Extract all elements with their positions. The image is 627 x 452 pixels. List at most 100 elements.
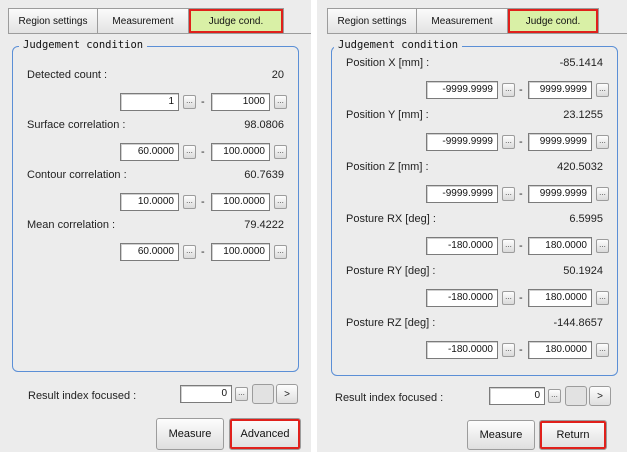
item-label: Position Y [mm] :: [346, 109, 429, 121]
tab-divider: [8, 33, 311, 34]
min-input[interactable]: -180.0000: [426, 237, 498, 255]
range-dash: -: [519, 292, 523, 304]
result-index-input[interactable]: 0: [180, 385, 232, 403]
min-input[interactable]: -180.0000: [426, 289, 498, 307]
tab-judge-cond[interactable]: Judge cond.: [188, 8, 284, 34]
item-value: 6.5995: [569, 213, 603, 225]
item-label: Position X [mm] :: [346, 57, 430, 69]
max-input[interactable]: 180.0000: [528, 289, 592, 307]
min-input[interactable]: -9999.9999: [426, 133, 498, 151]
right-panel: Region settings Measurement Judge cond. …: [317, 0, 627, 452]
item-label: Position Z [mm] :: [346, 161, 429, 173]
min-edit-button[interactable]: ...: [183, 245, 196, 259]
group-title: Judgement condition: [19, 39, 148, 51]
result-index-input[interactable]: 0: [489, 387, 545, 405]
min-edit-button[interactable]: ...: [183, 195, 196, 209]
item-value: 79.4222: [244, 219, 284, 231]
tab-region-settings[interactable]: Region settings: [8, 8, 98, 34]
tab-bar: Region settings Measurement Judge cond.: [8, 8, 284, 34]
range-dash: -: [201, 196, 205, 208]
max-input[interactable]: 9999.9999: [528, 185, 592, 203]
result-index-edit-button[interactable]: ...: [548, 389, 561, 403]
min-edit-button[interactable]: ...: [502, 343, 515, 357]
item-value: -85.1414: [559, 57, 603, 69]
measure-button[interactable]: Measure: [467, 420, 535, 450]
tab-measurement[interactable]: Measurement: [416, 8, 508, 34]
max-edit-button[interactable]: ...: [274, 145, 287, 159]
max-edit-button[interactable]: ...: [596, 83, 609, 97]
min-edit-button[interactable]: ...: [183, 95, 196, 109]
advanced-button[interactable]: Advanced: [229, 418, 301, 450]
item-value: 20: [271, 69, 284, 81]
max-input[interactable]: 1000: [211, 93, 270, 111]
item-label: Surface correlation :: [27, 119, 126, 131]
prev-result-button[interactable]: [565, 386, 587, 406]
min-input[interactable]: 10.0000: [120, 193, 179, 211]
range-dash: -: [519, 188, 523, 200]
max-edit-button[interactable]: ...: [596, 343, 609, 357]
item-value: -144.8657: [553, 317, 603, 329]
min-input[interactable]: 1: [120, 93, 179, 111]
max-input[interactable]: 100.0000: [211, 143, 270, 161]
tab-region-settings[interactable]: Region settings: [327, 8, 417, 34]
min-edit-button[interactable]: ...: [502, 291, 515, 305]
tab-bar: Region settings Measurement Judge cond.: [327, 8, 599, 34]
max-edit-button[interactable]: ...: [274, 195, 287, 209]
tab-measurement[interactable]: Measurement: [97, 8, 189, 34]
prev-result-button[interactable]: [252, 384, 274, 404]
item-label: Posture RY [deg] :: [346, 265, 436, 277]
result-index-edit-button[interactable]: ...: [235, 387, 248, 401]
min-input[interactable]: 60.0000: [120, 243, 179, 261]
range-dash: -: [519, 240, 523, 252]
item-label: Detected count :: [27, 69, 108, 81]
next-result-button[interactable]: >: [276, 384, 298, 404]
item-label: Posture RZ [deg] :: [346, 317, 436, 329]
item-value: 60.7639: [244, 169, 284, 181]
range-dash: -: [201, 246, 205, 258]
item-label: Contour correlation :: [27, 169, 127, 181]
item-label: Posture RX [deg] :: [346, 213, 436, 225]
tab-judge-cond[interactable]: Judge cond.: [507, 8, 599, 34]
min-input[interactable]: 60.0000: [120, 143, 179, 161]
max-edit-button[interactable]: ...: [274, 95, 287, 109]
measure-button[interactable]: Measure: [156, 418, 224, 450]
left-panel: Region settings Measurement Judge cond. …: [0, 0, 311, 452]
min-input[interactable]: -180.0000: [426, 341, 498, 359]
max-input[interactable]: 100.0000: [211, 193, 270, 211]
min-edit-button[interactable]: ...: [502, 187, 515, 201]
min-edit-button[interactable]: ...: [183, 145, 196, 159]
item-value: 23.1255: [563, 109, 603, 121]
result-index-label: Result index focused :: [335, 392, 444, 404]
min-input[interactable]: -9999.9999: [426, 185, 498, 203]
range-dash: -: [519, 344, 523, 356]
range-dash: -: [519, 136, 523, 148]
max-edit-button[interactable]: ...: [596, 135, 609, 149]
item-label: Mean correlation :: [27, 219, 116, 231]
range-dash: -: [201, 96, 205, 108]
max-input[interactable]: 9999.9999: [528, 81, 592, 99]
max-input[interactable]: 100.0000: [211, 243, 270, 261]
min-input[interactable]: -9999.9999: [426, 81, 498, 99]
judgement-condition-group: Judgement condition Detected count : 20 …: [12, 39, 299, 372]
judgement-condition-group: Judgement condition Position X [mm] : -8…: [331, 39, 618, 376]
range-dash: -: [519, 84, 523, 96]
item-value: 98.0806: [244, 119, 284, 131]
next-result-button[interactable]: >: [589, 386, 611, 406]
max-edit-button[interactable]: ...: [596, 239, 609, 253]
item-value: 420.5032: [557, 161, 603, 173]
return-button[interactable]: Return: [539, 420, 607, 450]
min-edit-button[interactable]: ...: [502, 239, 515, 253]
item-value: 50.1924: [563, 265, 603, 277]
min-edit-button[interactable]: ...: [502, 135, 515, 149]
max-input[interactable]: 180.0000: [528, 237, 592, 255]
group-title: Judgement condition: [334, 39, 463, 51]
range-dash: -: [201, 146, 205, 158]
max-edit-button[interactable]: ...: [274, 245, 287, 259]
max-input[interactable]: 9999.9999: [528, 133, 592, 151]
max-input[interactable]: 180.0000: [528, 341, 592, 359]
tab-divider: [327, 33, 627, 34]
max-edit-button[interactable]: ...: [596, 291, 609, 305]
max-edit-button[interactable]: ...: [596, 187, 609, 201]
result-index-label: Result index focused :: [28, 390, 137, 402]
min-edit-button[interactable]: ...: [502, 83, 515, 97]
